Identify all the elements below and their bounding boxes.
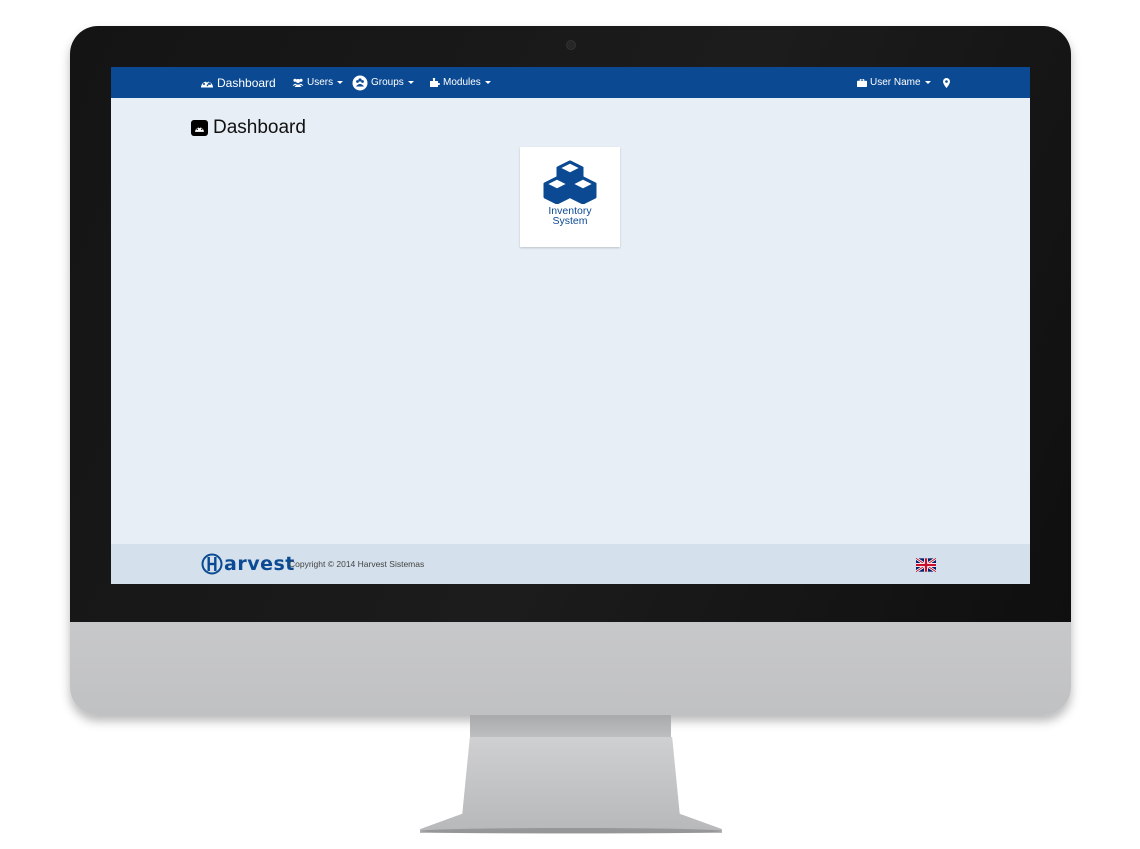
nav-users-label: Users xyxy=(307,77,334,88)
chevron-down-icon xyxy=(407,81,414,84)
dashboard-icon xyxy=(191,120,208,136)
tile-label: Inventory System xyxy=(548,205,592,227)
chevron-down-icon xyxy=(924,81,931,84)
chevron-down-icon xyxy=(484,81,491,84)
monitor-neck xyxy=(470,715,671,737)
puzzle-icon xyxy=(430,78,440,87)
nav-users-dropdown[interactable]: Users xyxy=(292,67,344,98)
monitor-stand xyxy=(420,737,722,833)
location-button[interactable] xyxy=(943,67,953,98)
copyright-text: Copyright © 2014 Harvest Sistemas xyxy=(289,559,425,569)
users-icon xyxy=(292,78,304,87)
nav-dashboard-label: Dashboard xyxy=(217,75,276,90)
module-tile-inventory[interactable]: Inventory System xyxy=(520,147,620,247)
main-content: Dashboard Inventory System xyxy=(111,98,1030,544)
harvest-h-icon xyxy=(201,553,223,575)
nav-modules-dropdown[interactable]: Modules xyxy=(430,67,491,98)
chevron-down-icon xyxy=(337,81,344,84)
page-title: Dashboard xyxy=(191,117,306,139)
harvest-logo: arvest xyxy=(201,553,295,575)
camera-icon xyxy=(566,40,576,50)
top-navbar: Dashboard Users Groups Modules User Name xyxy=(111,67,1030,98)
uk-flag-icon[interactable] xyxy=(916,558,936,572)
page-title-text: Dashboard xyxy=(213,117,306,138)
nav-modules-label: Modules xyxy=(443,77,481,88)
cubes-icon xyxy=(543,160,597,204)
groups-icon xyxy=(352,75,368,91)
nav-user-dropdown[interactable]: User Name xyxy=(857,67,931,98)
footer: arvest Copyright © 2014 Harvest Sistemas xyxy=(111,544,1030,584)
dashboard-icon xyxy=(200,77,214,89)
briefcase-icon xyxy=(857,78,867,87)
map-marker-icon xyxy=(943,77,950,88)
nav-groups-dropdown[interactable]: Groups xyxy=(352,67,414,98)
monitor-bezel: Dashboard Users Groups Modules User Name… xyxy=(70,26,1071,622)
stand-shadow xyxy=(420,828,722,834)
nav-user-name-label: User Name xyxy=(870,77,921,88)
logo-text: arvest xyxy=(224,553,295,575)
monitor-chin xyxy=(70,622,1071,715)
monitor-frame: Dashboard Users Groups Modules User Name… xyxy=(70,26,1071,715)
nav-groups-label: Groups xyxy=(371,77,404,88)
app-screen: Dashboard Users Groups Modules User Name… xyxy=(111,67,1030,584)
nav-dashboard[interactable]: Dashboard xyxy=(200,67,276,98)
